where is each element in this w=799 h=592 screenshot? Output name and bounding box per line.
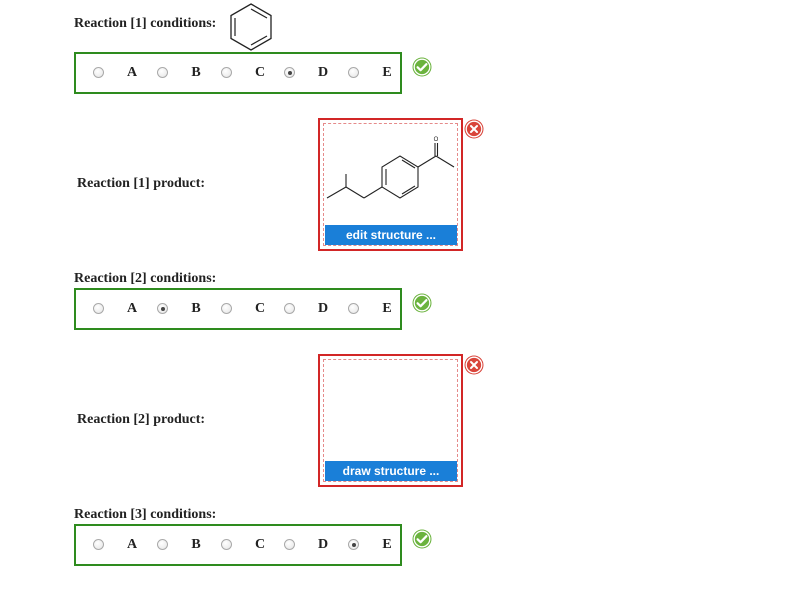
check-circle-icon bbox=[412, 529, 432, 549]
radio-button[interactable] bbox=[93, 303, 104, 314]
reaction3-conditions-label: Reaction [3] conditions: bbox=[74, 507, 217, 522]
x-circle-icon bbox=[464, 119, 484, 139]
radio-button[interactable] bbox=[93, 539, 104, 550]
reaction1-product-draw-box[interactable]: O edit structure ... bbox=[318, 118, 463, 251]
reaction1-conditions-radio-group: A B C D E bbox=[74, 52, 402, 94]
benzene-ring-image bbox=[230, 3, 272, 51]
reaction2-conditions-radio-group: A B C D E bbox=[74, 288, 402, 330]
radio-button-selected[interactable] bbox=[157, 303, 168, 314]
radio-button[interactable] bbox=[284, 539, 295, 550]
radio-button[interactable] bbox=[348, 67, 359, 78]
radio-button[interactable] bbox=[157, 67, 168, 78]
option-letter: E bbox=[382, 301, 392, 316]
option-letter: D bbox=[317, 65, 329, 80]
draw-structure-button[interactable]: draw structure ... bbox=[325, 461, 457, 481]
radio-button[interactable] bbox=[157, 539, 168, 550]
radio-button[interactable] bbox=[284, 303, 295, 314]
radio-button-selected[interactable] bbox=[284, 67, 295, 78]
option-letter: D bbox=[317, 301, 329, 316]
option-letter: A bbox=[126, 301, 138, 316]
option-letter: C bbox=[254, 65, 266, 80]
check-circle-icon bbox=[412, 57, 432, 77]
reaction1-conditions-label: Reaction [1] conditions: bbox=[74, 16, 217, 31]
radio-button[interactable] bbox=[93, 67, 104, 78]
option-letter: D bbox=[317, 537, 329, 552]
product-structure-image: O bbox=[326, 137, 455, 199]
radio-button[interactable] bbox=[221, 67, 232, 78]
check-circle-icon bbox=[412, 293, 432, 313]
option-letter: A bbox=[126, 65, 138, 80]
reaction3-conditions-radio-group: A B C D E bbox=[74, 524, 402, 566]
option-letter: B bbox=[191, 301, 201, 316]
edit-structure-button[interactable]: edit structure ... bbox=[325, 225, 457, 245]
reaction2-conditions-label: Reaction [2] conditions: bbox=[74, 271, 217, 286]
x-circle-icon bbox=[464, 355, 484, 375]
reaction2-product-label: Reaction [2] product: bbox=[77, 412, 206, 427]
radio-button[interactable] bbox=[221, 539, 232, 550]
radio-button[interactable] bbox=[221, 303, 232, 314]
option-letter: E bbox=[382, 65, 392, 80]
option-letter: B bbox=[191, 65, 201, 80]
radio-button[interactable] bbox=[348, 303, 359, 314]
option-letter: A bbox=[126, 537, 138, 552]
oxygen-atom-label: O bbox=[434, 137, 439, 143]
reaction1-product-label: Reaction [1] product: bbox=[77, 176, 206, 191]
radio-button-selected[interactable] bbox=[348, 539, 359, 550]
option-letter: B bbox=[191, 537, 201, 552]
option-letter: E bbox=[382, 537, 392, 552]
option-letter: C bbox=[254, 301, 266, 316]
option-letter: C bbox=[254, 537, 266, 552]
reaction2-product-draw-box[interactable]: draw structure ... bbox=[318, 354, 463, 487]
